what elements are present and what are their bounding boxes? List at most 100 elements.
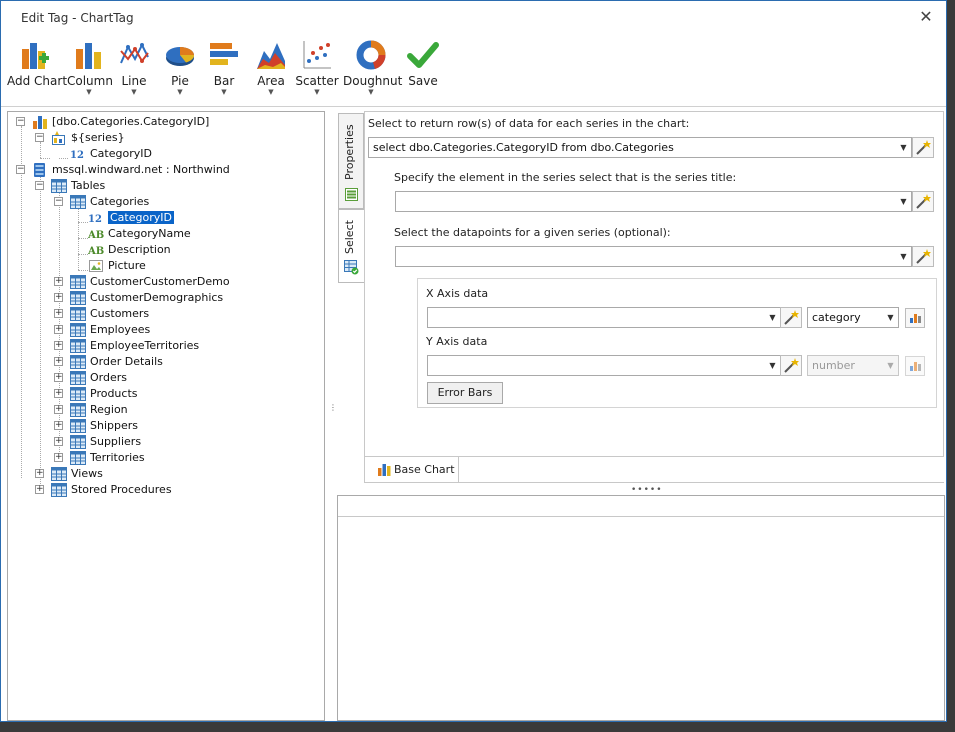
- tree-node-stored-procedures[interactable]: + Stored Procedures: [8, 482, 318, 498]
- series-rows-select[interactable]: select dbo.Categories.CategoryID from db…: [368, 137, 912, 158]
- ribbon-button-column[interactable]: Column ▼: [67, 39, 113, 103]
- tree-node-table[interactable]: + Orders: [8, 370, 318, 386]
- collapse-icon[interactable]: −: [16, 117, 25, 126]
- collapse-icon[interactable]: −: [35, 133, 44, 142]
- chevron-down-icon[interactable]: ▼: [67, 88, 111, 96]
- tree-node-column[interactable]: 12 CategoryID: [8, 210, 318, 226]
- tree-node-tables[interactable]: − Tables: [8, 178, 318, 194]
- tree-node-column[interactable]: AB CategoryName: [8, 226, 318, 242]
- pie-chart-icon: [161, 39, 199, 71]
- chevron-down-icon[interactable]: ▼: [205, 88, 243, 96]
- ribbon-button-add-chart[interactable]: Add Chart: [7, 39, 67, 103]
- chevron-down-icon[interactable]: ▼: [765, 308, 780, 327]
- datapoints-select[interactable]: ▼: [395, 246, 912, 267]
- expand-icon[interactable]: +: [54, 293, 63, 302]
- tree-node-table[interactable]: + Order Details: [8, 354, 318, 370]
- chevron-down-icon[interactable]: ▼: [896, 192, 911, 211]
- expand-icon[interactable]: +: [54, 405, 63, 414]
- series-title-wizard-button[interactable]: [912, 191, 934, 212]
- tree-node-table[interactable]: + Suppliers: [8, 434, 318, 450]
- tab-base-chart[interactable]: Base Chart: [364, 457, 459, 483]
- tree-node-table[interactable]: + Customers: [8, 306, 318, 322]
- tree-node-chart-tag[interactable]: − [dbo.Categories.CategoryID]: [8, 114, 318, 130]
- chevron-down-icon[interactable]: ▼: [765, 356, 780, 375]
- tree-node-label: Tables: [71, 179, 106, 192]
- tree-node-table-categories[interactable]: − Categories: [8, 194, 318, 210]
- numeric-field-icon: 12: [70, 146, 86, 162]
- x-axis-format-button[interactable]: [905, 308, 925, 328]
- select-table-icon: [344, 260, 359, 275]
- tree-node-table[interactable]: + EmployeeTerritories: [8, 338, 318, 354]
- tree-node-table[interactable]: + Employees: [8, 322, 318, 338]
- ribbon-button-line[interactable]: Line ▼: [115, 39, 153, 103]
- tree-node-table[interactable]: + Territories: [8, 450, 318, 466]
- tree-node-table[interactable]: + CustomerDemographics: [8, 290, 318, 306]
- collapse-icon[interactable]: −: [16, 165, 25, 174]
- expand-icon[interactable]: +: [54, 437, 63, 446]
- close-icon[interactable]: ✕: [918, 9, 934, 25]
- ribbon-button-save[interactable]: Save: [401, 39, 445, 103]
- expand-icon[interactable]: +: [54, 373, 63, 382]
- tree-node-series[interactable]: − ${series}: [8, 130, 318, 146]
- series-rows-wizard-button[interactable]: [912, 137, 934, 158]
- expand-icon[interactable]: +: [35, 485, 44, 494]
- datapoints-wizard-button[interactable]: [912, 246, 934, 267]
- chevron-down-icon[interactable]: ▼: [115, 88, 153, 96]
- horizontal-splitter[interactable]: •••••: [631, 485, 663, 495]
- collapse-icon[interactable]: −: [54, 197, 63, 206]
- expand-icon[interactable]: +: [54, 453, 63, 462]
- views-folder-icon: [51, 466, 67, 482]
- tree-node-label: ${series}: [71, 131, 125, 144]
- tree-node-table[interactable]: + Products: [8, 386, 318, 402]
- bar-chart-icon: [205, 39, 243, 71]
- tree-node-table[interactable]: + CustomerCustomerDemo: [8, 274, 318, 290]
- expand-icon[interactable]: +: [54, 277, 63, 286]
- expand-icon[interactable]: +: [54, 341, 63, 350]
- tab-properties[interactable]: Properties: [338, 113, 364, 209]
- y-axis-wizard-button[interactable]: [780, 355, 802, 376]
- tab-select[interactable]: Select: [338, 209, 364, 283]
- procedures-folder-icon: [51, 482, 67, 498]
- ribbon-button-doughnut[interactable]: Doughnut ▼: [343, 39, 403, 103]
- ribbon-button-bar[interactable]: Bar ▼: [205, 39, 243, 103]
- chevron-down-icon[interactable]: ▼: [896, 138, 911, 157]
- ribbon-button-pie[interactable]: Pie ▼: [161, 39, 199, 103]
- table-icon: [70, 450, 86, 466]
- x-axis-select[interactable]: ▼: [427, 307, 781, 328]
- ribbon-button-scatter[interactable]: Scatter ▼: [295, 39, 339, 103]
- y-axis-label: Y Axis data: [426, 335, 488, 348]
- chevron-down-icon[interactable]: ▼: [896, 247, 911, 266]
- tree-node-column[interactable]: AB Description: [8, 242, 318, 258]
- tab-base-chart-label: Base Chart: [394, 463, 455, 476]
- x-axis-wizard-button[interactable]: [780, 307, 802, 328]
- tree-node-datasource[interactable]: − mssql.windward.net : Northwind: [8, 162, 318, 178]
- chevron-down-icon[interactable]: ▼: [161, 88, 199, 96]
- expand-icon[interactable]: +: [54, 325, 63, 334]
- data-source-tree[interactable]: − [dbo.Categories.CategoryID] − ${series} 12…: [7, 111, 325, 721]
- expand-icon[interactable]: +: [35, 469, 44, 478]
- tree-node-table[interactable]: + Shippers: [8, 418, 318, 434]
- chevron-down-icon[interactable]: ▼: [343, 88, 399, 96]
- tree-node-label: Territories: [90, 451, 145, 464]
- error-bars-button[interactable]: Error Bars: [427, 382, 503, 404]
- series-title-select[interactable]: ▼: [395, 191, 912, 212]
- series-title-label: Specify the element in the series select…: [394, 171, 737, 184]
- expand-icon[interactable]: +: [54, 357, 63, 366]
- expand-icon[interactable]: +: [54, 389, 63, 398]
- tree-node-label: Stored Procedures: [71, 483, 172, 496]
- ribbon-button-label: Doughnut: [343, 74, 403, 88]
- tree-node-table[interactable]: + Region: [8, 402, 318, 418]
- vertical-splitter[interactable]: ⋮: [329, 404, 337, 412]
- ribbon-button-area[interactable]: Area ▼: [251, 39, 291, 103]
- expand-icon[interactable]: +: [54, 309, 63, 318]
- tree-node-column[interactable]: Picture: [8, 258, 318, 274]
- y-axis-select[interactable]: ▼: [427, 355, 781, 376]
- x-axis-type-select[interactable]: category ▼: [807, 307, 899, 328]
- tree-node-views[interactable]: + Views: [8, 466, 318, 482]
- chevron-down-icon[interactable]: ▼: [251, 88, 291, 96]
- collapse-icon[interactable]: −: [35, 181, 44, 190]
- tree-node-series-field[interactable]: 12 CategoryID: [8, 146, 318, 162]
- chevron-down-icon[interactable]: ▼: [295, 88, 339, 96]
- expand-icon[interactable]: +: [54, 421, 63, 430]
- chevron-down-icon[interactable]: ▼: [883, 308, 898, 327]
